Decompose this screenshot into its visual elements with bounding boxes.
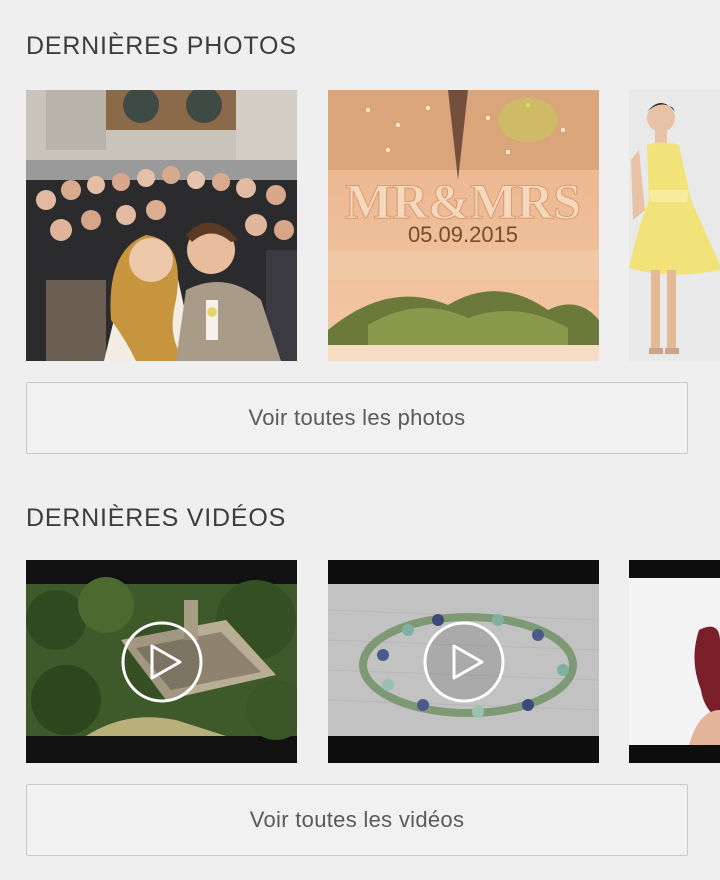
play-icon[interactable] <box>120 620 204 704</box>
video-thumbnail-portrait[interactable] <box>629 560 720 763</box>
photos-carousel[interactable]: MR&MRS 05.09.2015 <box>26 90 720 361</box>
mr-mrs-decor-image: MR&MRS 05.09.2015 <box>328 90 599 361</box>
video-thumbnail-castle[interactable] <box>26 560 297 763</box>
videos-section-title: DERNIÈRES VIDÉOS <box>26 504 287 532</box>
photos-section-title: DERNIÈRES PHOTOS <box>26 32 297 60</box>
yellow-dress-image <box>629 90 720 361</box>
play-icon[interactable] <box>422 620 506 704</box>
photo-thumbnail-yellow-dress[interactable] <box>629 90 720 361</box>
mr-mrs-date-text: 05.09.2015 <box>408 222 518 247</box>
video-thumbnail-flower-wreath[interactable] <box>328 560 599 763</box>
photo-thumbnail-wedding-kiss[interactable] <box>26 90 297 361</box>
view-all-videos-button[interactable]: Voir toutes les vidéos <box>26 784 688 856</box>
view-all-photos-button[interactable]: Voir toutes les photos <box>26 382 688 454</box>
wedding-kiss-image <box>26 90 297 361</box>
bride-portrait-image <box>629 560 720 763</box>
videos-carousel[interactable] <box>26 560 720 763</box>
mr-mrs-sign-text: MR&MRS <box>345 173 581 229</box>
photo-thumbnail-mr-mrs[interactable]: MR&MRS 05.09.2015 <box>328 90 599 361</box>
